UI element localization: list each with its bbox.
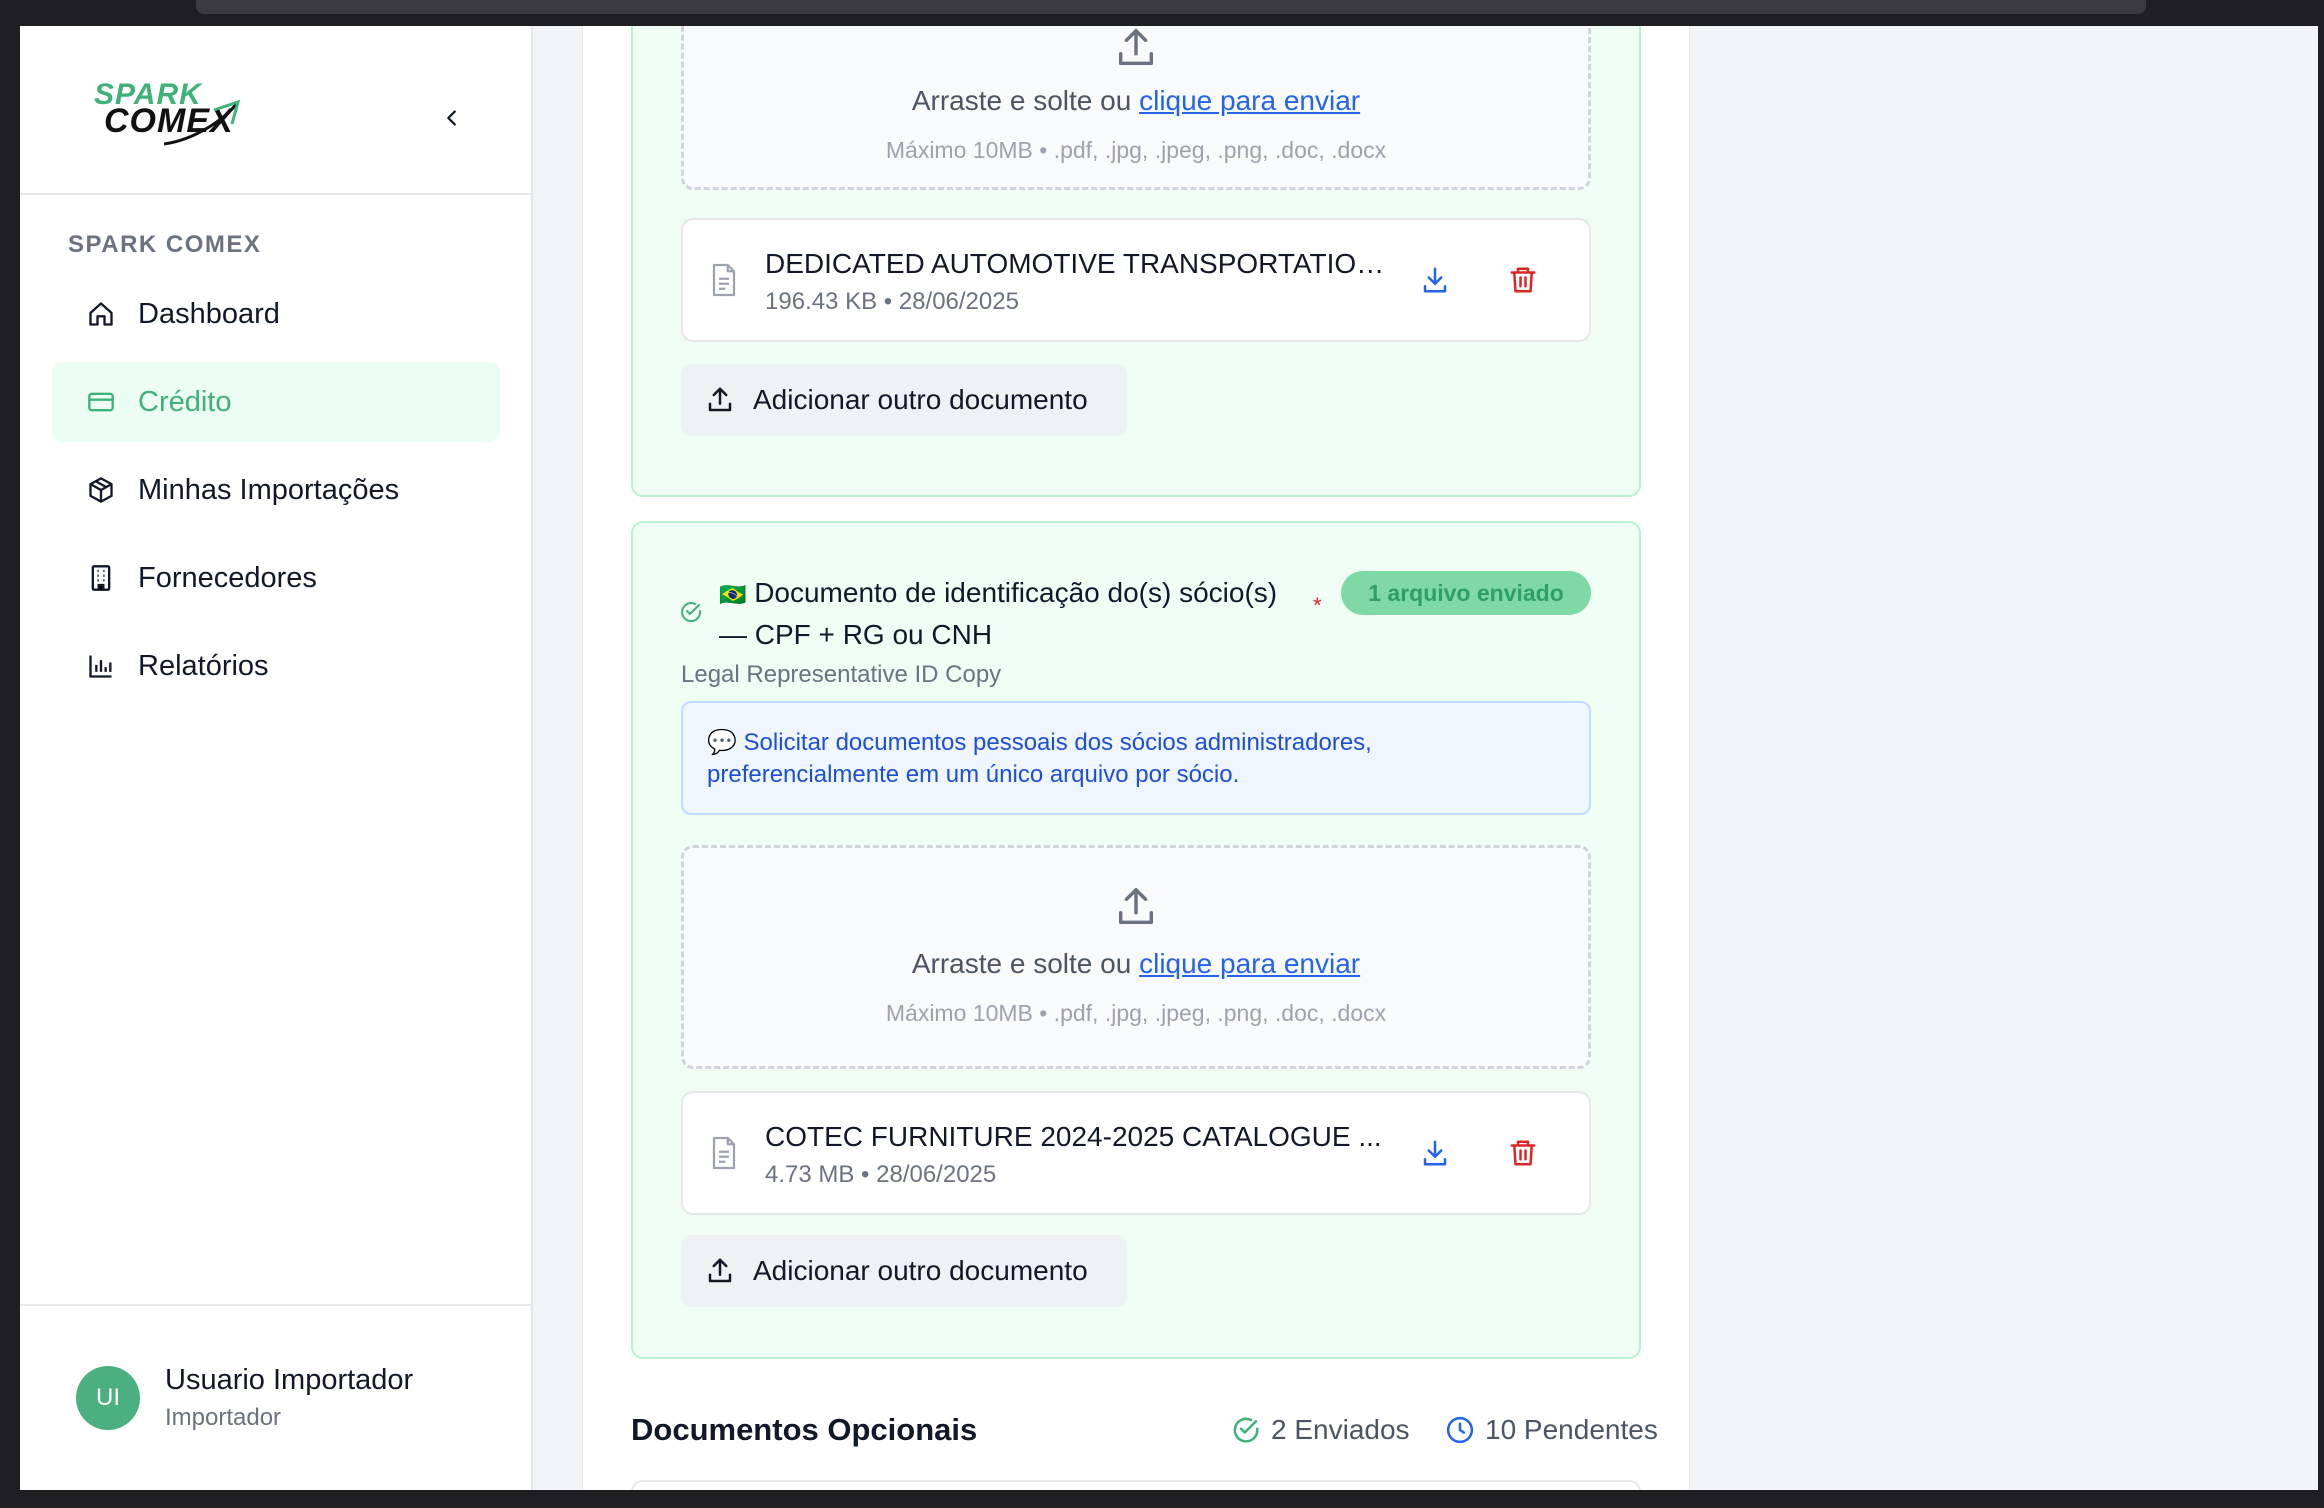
sent-count: 2 Enviados <box>1231 1414 1410 1446</box>
delete-button[interactable] <box>1503 260 1543 300</box>
document-title: 🇧🇷 Documento de identificação do(s) sóci… <box>719 573 1299 655</box>
click-to-upload-link[interactable]: clique para enviar <box>1139 948 1360 979</box>
add-document-label: Adicionar outro documento <box>753 1255 1088 1286</box>
sidebar-item-label: Relatórios <box>138 649 269 682</box>
sidebar-nav: Dashboard Crédito Minhas Importações For… <box>52 274 500 714</box>
logo-swoosh-icon <box>163 100 241 146</box>
required-marker: * <box>1313 593 1322 618</box>
file-meta: 4.73 MB • 28/06/2025 <box>765 1161 997 1188</box>
document-title-text: Documento de identificação do(s) sócio(s… <box>719 577 1278 650</box>
sidebar-item-minhas-importacoes[interactable]: Minhas Importações <box>52 450 500 530</box>
home-icon <box>84 297 118 331</box>
user-name: Usuario Importador <box>165 1364 414 1396</box>
sidebar-item-label: Minhas Importações <box>138 473 400 506</box>
collapse-sidebar-button[interactable] <box>432 98 472 138</box>
browser-top-bar <box>0 0 2324 26</box>
check-circle-icon <box>681 602 702 623</box>
main-content: Arraste e solte ou clique para enviar Má… <box>582 26 1690 1490</box>
file-icon <box>712 263 736 297</box>
dropzone-text: Arraste e solte ou clique para enviar <box>684 948 1588 980</box>
upload-icon <box>708 1258 732 1283</box>
add-document-label: Adicionar outro documento <box>753 384 1088 415</box>
spark-comex-logo[interactable]: SPARK COMEX <box>94 78 264 148</box>
window-bottom-edge <box>0 1490 2324 1508</box>
click-to-upload-link[interactable]: clique para enviar <box>1139 85 1360 116</box>
document-subtitle: Legal Representative ID Copy <box>681 661 1002 688</box>
file-name: DEDICATED AUTOMOTIVE TRANSPORTATION... <box>765 248 1395 279</box>
dropzone-hint: Máximo 10MB • .pdf, .jpg, .jpeg, .png, .… <box>885 1000 1387 1026</box>
package-icon <box>84 473 118 507</box>
upload-dropzone[interactable]: Arraste e solte ou clique para enviar Má… <box>681 26 1591 190</box>
avatar: UI <box>76 1366 140 1430</box>
document-card <box>631 1480 1641 1490</box>
upload-dropzone[interactable]: Arraste e solte ou clique para enviar Má… <box>681 845 1591 1069</box>
sidebar-item-label: Crédito <box>138 385 232 418</box>
download-icon <box>1423 267 1447 293</box>
download-icon <box>1423 1140 1447 1166</box>
file-name: COTEC FURNITURE 2024-2025 CATALOGUE ... <box>765 1121 1382 1152</box>
optional-documents-title: Documentos Opcionais <box>631 1412 978 1447</box>
upload-icon <box>1118 888 1154 925</box>
logo-area: SPARK COMEX <box>20 26 533 195</box>
pending-count: 10 Pendentes <box>1445 1414 1658 1446</box>
upload-icon <box>1118 29 1154 66</box>
brazil-flag-icon: 🇧🇷 <box>719 582 747 607</box>
sidebar-item-dashboard[interactable]: Dashboard <box>52 274 500 354</box>
uploaded-file-row: COTEC FURNITURE 2024-2025 CATALOGUE ... … <box>681 1091 1591 1215</box>
app-window: SPARK COMEX SPARK COMEX Dashboard Crédit… <box>20 26 2318 1490</box>
delete-button[interactable] <box>1503 1133 1543 1173</box>
trash-icon <box>1510 267 1536 293</box>
sidebar: SPARK COMEX SPARK COMEX Dashboard Crédit… <box>20 26 533 1490</box>
user-profile[interactable]: UI Usuario Importador Importador <box>20 1304 533 1490</box>
chevron-left-icon <box>447 110 456 126</box>
download-button[interactable] <box>1415 260 1455 300</box>
add-another-document-button[interactable]: Adicionar outro documento <box>681 1235 1127 1307</box>
info-note: 💬 Solicitar documentos pessoais dos sóci… <box>681 701 1591 815</box>
download-button[interactable] <box>1415 1133 1455 1173</box>
sidebar-item-label: Dashboard <box>138 297 280 330</box>
clock-icon <box>1446 1416 1474 1444</box>
credit-card-icon <box>84 385 118 419</box>
dropzone-text: Arraste e solte ou clique para enviar <box>684 85 1588 117</box>
address-bar[interactable] <box>196 0 2146 14</box>
status-badge: 1 arquivo enviado <box>1341 571 1591 615</box>
dropzone-hint: Máximo 10MB • .pdf, .jpg, .jpeg, .png, .… <box>885 137 1387 163</box>
sent-count-label: 2 Enviados <box>1271 1414 1410 1445</box>
document-card: 🇧🇷 Documento de identificação do(s) sóci… <box>631 521 1641 1359</box>
file-meta: 196.43 KB • 28/06/2025 <box>765 288 1019 315</box>
right-pane <box>1691 26 2318 1490</box>
bar-chart-icon <box>84 649 118 683</box>
dropzone-instruction: Arraste e solte ou <box>911 948 1140 979</box>
check-circle-icon <box>1233 1417 1259 1443</box>
user-role: Importador <box>165 1404 282 1431</box>
sidebar-item-relatorios[interactable]: Relatórios <box>52 626 500 706</box>
add-another-document-button[interactable]: Adicionar outro documento <box>681 364 1127 436</box>
trash-icon <box>1510 1140 1536 1166</box>
file-icon <box>712 1136 736 1170</box>
dropzone-instruction: Arraste e solte ou <box>911 85 1140 116</box>
uploaded-file-row: DEDICATED AUTOMOTIVE TRANSPORTATION... 1… <box>681 218 1591 342</box>
pending-count-label: 10 Pendentes <box>1485 1414 1658 1445</box>
document-card: Arraste e solte ou clique para enviar Má… <box>631 26 1641 497</box>
upload-icon <box>708 387 732 412</box>
sidebar-section-label: SPARK COMEX <box>68 231 262 258</box>
building-icon <box>84 561 118 595</box>
sidebar-item-label: Fornecedores <box>138 561 317 594</box>
sidebar-item-credito[interactable]: Crédito <box>52 362 500 442</box>
sidebar-item-fornecedores[interactable]: Fornecedores <box>52 538 500 618</box>
